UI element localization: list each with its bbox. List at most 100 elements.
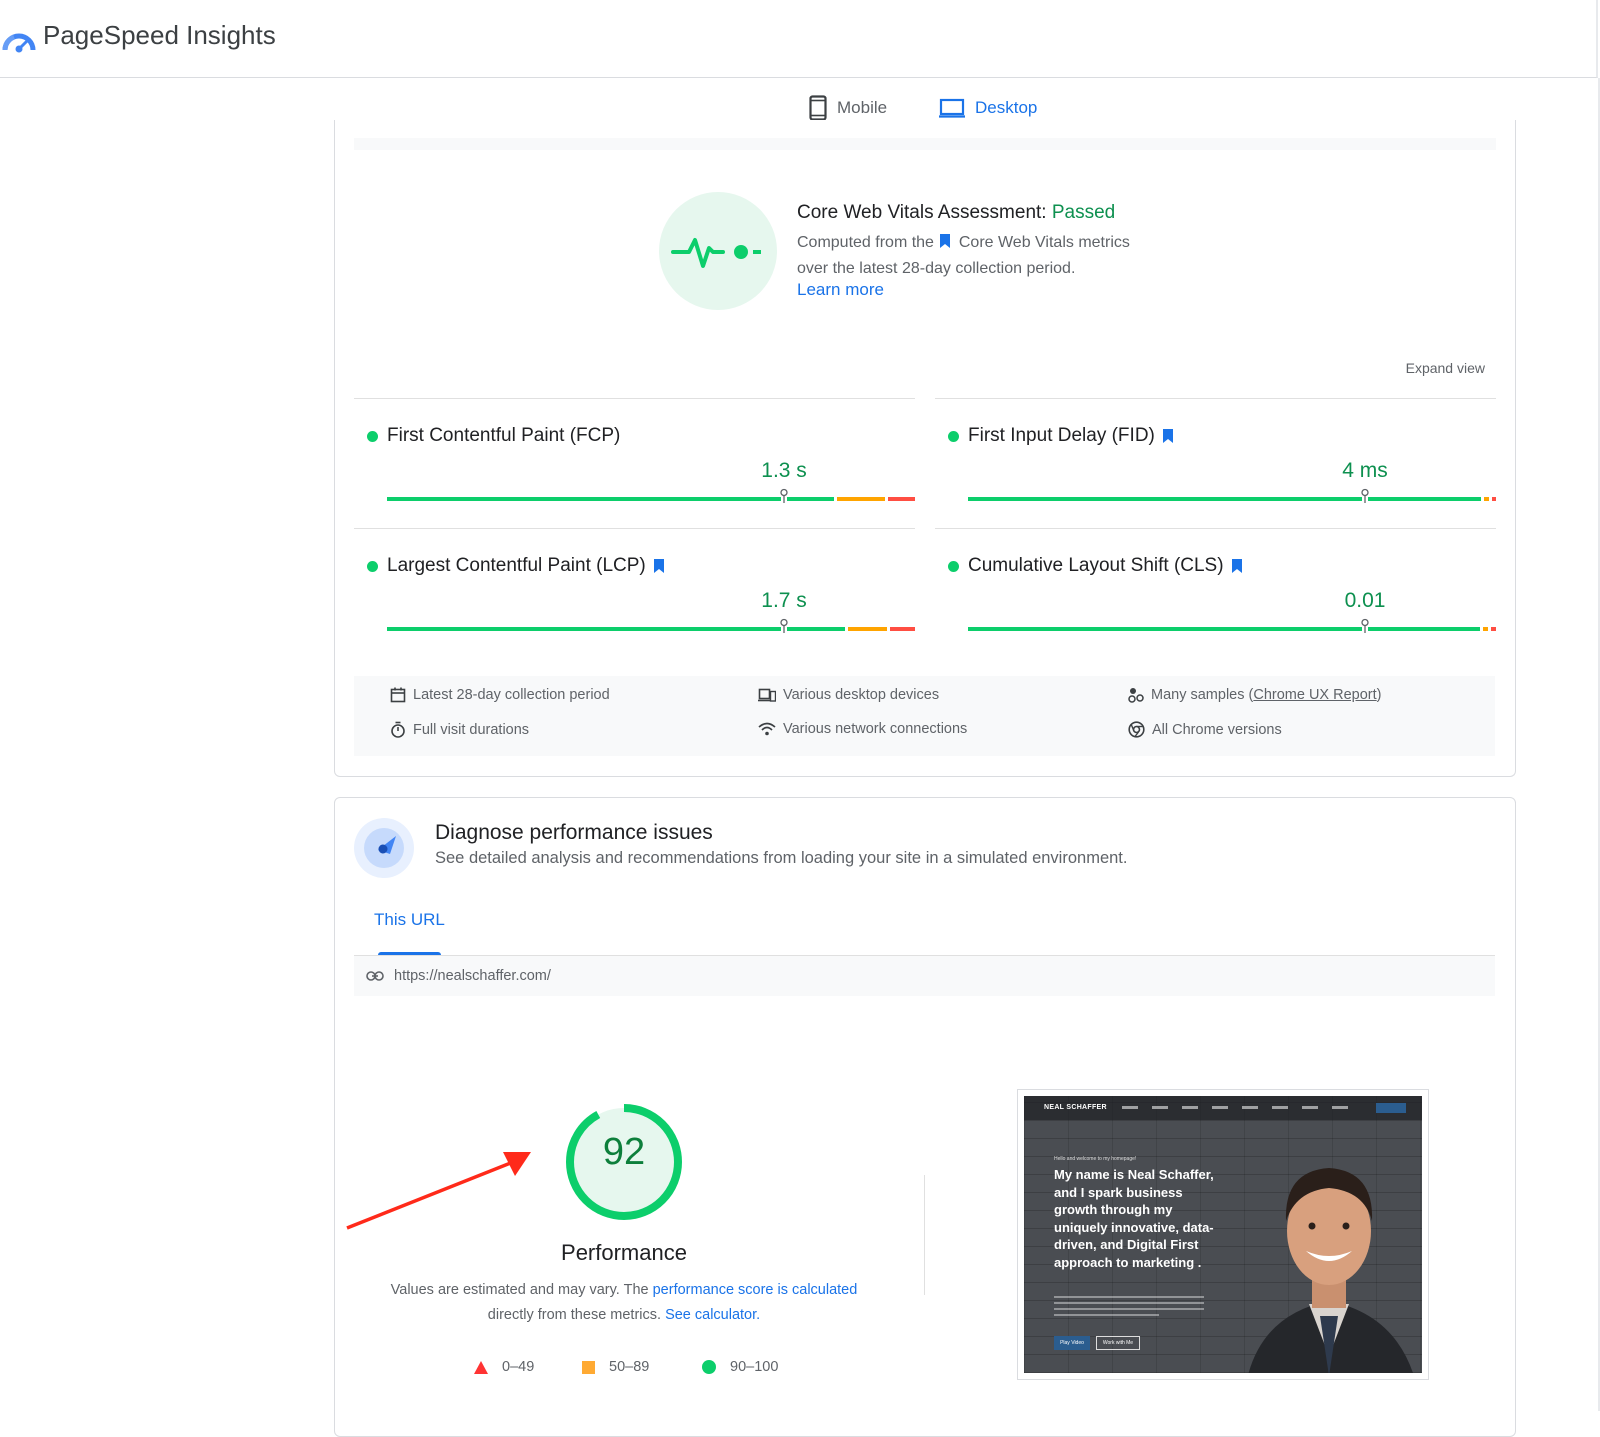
screenshot-work-button: Work with Me [1096,1336,1140,1350]
portrait-image [1248,1168,1413,1373]
metric-fcp: First Contentful Paint (FCP) 1.3 s [354,398,915,526]
metric-label: Largest Contentful Paint (LCP) [367,555,664,577]
app-title[interactable]: PageSpeed Insights [43,20,276,51]
poor-segment [1490,627,1496,631]
poor-segment [1491,497,1496,501]
expand-view-button[interactable]: Expand view [1406,360,1485,376]
info-devices: Various desktop devices [758,687,939,703]
bookmark-flag-icon [1231,559,1242,573]
screenshot-nav-links [1122,1106,1348,1109]
metric-value: 1.7 s [761,589,807,612]
screenshot-play-button: Play Video [1054,1336,1090,1350]
good-segment [1368,497,1482,501]
bookmark-flag-icon [653,559,664,573]
needs-improvement-segment [1483,627,1488,631]
good-segment [787,627,845,631]
wifi-icon [758,722,776,736]
screenshot-logo: NEAL SCHAFFER [1044,1104,1107,1111]
performance-score: 92 [602,1131,646,1173]
note-text-2: directly from these metrics. [487,1307,666,1323]
metric-name: First Contentful Paint (FCP) [387,425,621,446]
good-dot-icon [948,430,959,442]
metric-distribution-bar [387,618,915,633]
good-dot-icon [948,560,959,572]
square-icon [582,1360,595,1374]
metric-distribution-bar [387,488,915,503]
info-period: Latest 28-day collection period [390,687,610,703]
calendar-icon [390,687,406,703]
info-devices-text: Various desktop devices [783,687,940,703]
good-segment [787,497,834,501]
tab-mobile-label: Mobile [837,98,888,117]
poor-segment [887,497,915,501]
needs-improvement-segment [1484,497,1489,501]
good-segment [968,627,1363,631]
assessment-desc-line2: over the latest 28-day collection period… [797,260,1076,277]
legend-good: 90–100 [702,1359,778,1375]
bookmark-flag-icon [940,234,951,248]
tested-url[interactable]: https://nealschaffer.com/ [394,968,551,984]
score-calculated-link[interactable]: performance score is calculated [653,1282,858,1298]
performance-note: Values are estimated and may vary. The p… [369,1278,879,1328]
metric-name: Cumulative Layout Shift (CLS) [968,555,1224,576]
info-network-text: Various network connections [783,721,968,737]
chrome-icon [1128,721,1145,738]
needs-improvement-segment [836,497,885,501]
poor-segment [890,627,915,631]
value-marker-icon [1361,618,1369,633]
info-durations: Full visit durations [390,721,529,738]
metric-lcp: Largest Contentful Paint (LCP) 1.7 s [354,528,915,656]
tab-this-url[interactable]: This URL [374,910,445,930]
core-web-vitals-card: Core Web Vitals Assessment: Passed Compu… [334,120,1516,777]
assessment-title: Core Web Vitals Assessment: Passed [797,202,1115,224]
laptop-icon [939,98,965,118]
diagnose-card: Diagnose performance issues See detailed… [334,797,1516,1437]
good-segment [968,497,1363,501]
screenshot-paragraph [1054,1296,1204,1320]
metric-fid: First Input Delay (FID) 4 ms [935,398,1496,526]
legend-range: 50–89 [609,1359,650,1375]
compass-icon [354,818,414,878]
screenshot-nav: NEAL SCHAFFER [1024,1096,1422,1120]
value-marker-icon [780,488,788,503]
devices-icon [758,688,776,702]
tab-desktop-label: Desktop [975,98,1038,117]
tested-url-bar: https://nealschaffer.com/ [354,955,1495,996]
field-data-info: Latest 28-day collection period Full vis… [354,676,1495,756]
legend-average: 50–89 [582,1359,649,1375]
metric-cls: Cumulative Layout Shift (CLS) 0.01 [935,528,1496,656]
heartbeat-icon [659,192,777,310]
metric-value: 0.01 [1344,589,1386,612]
chrome-ux-report-link[interactable]: Chrome UX Report [1253,687,1376,703]
good-segment [387,627,782,631]
value-marker-icon [1361,488,1369,503]
good-segment [387,497,782,501]
good-dot-icon [367,430,378,442]
screenshot-greeting: Hello and welcome to my homepage! [1054,1156,1137,1162]
info-period-text: Latest 28-day collection period [413,687,610,703]
info-samples-suffix: ) [1376,687,1382,703]
info-versions-text: All Chrome versions [1152,721,1282,738]
see-calculator-link[interactable]: See calculator. [665,1307,760,1323]
note-text-1: Values are estimated and may vary. The [390,1282,653,1298]
legend-poor: 0–49 [474,1359,534,1375]
needs-improvement-segment [847,627,888,631]
learn-more-link[interactable]: Learn more [797,280,884,300]
good-dot-icon [367,560,378,572]
info-samples: Many samples (Chrome UX Report) [1128,687,1381,703]
info-samples-prefix: Many samples ( [1151,687,1254,703]
bookmark-flag-icon [1162,429,1173,443]
smartphone-icon [809,95,827,121]
screenshot-headline: My name is Neal Schaffer, and I spark bu… [1054,1167,1214,1270]
assessment-status: Passed [1051,202,1116,223]
annotation-arrow [346,1152,531,1230]
info-versions: All Chrome versions [1128,721,1282,738]
assessment-description: Computed from the Core Web Vitals metric… [797,230,1217,282]
performance-label: Performance [561,1240,687,1265]
info-network: Various network connections [758,721,967,737]
metric-name: Largest Contentful Paint (LCP) [387,555,646,576]
screenshot-content: NEAL SCHAFFER Hello and welcome to my ho… [1024,1096,1422,1373]
metric-name: First Input Delay (FID) [968,425,1155,446]
screenshot-cta [1376,1103,1406,1113]
diagnose-subtitle: See detailed analysis and recommendation… [435,849,1128,867]
